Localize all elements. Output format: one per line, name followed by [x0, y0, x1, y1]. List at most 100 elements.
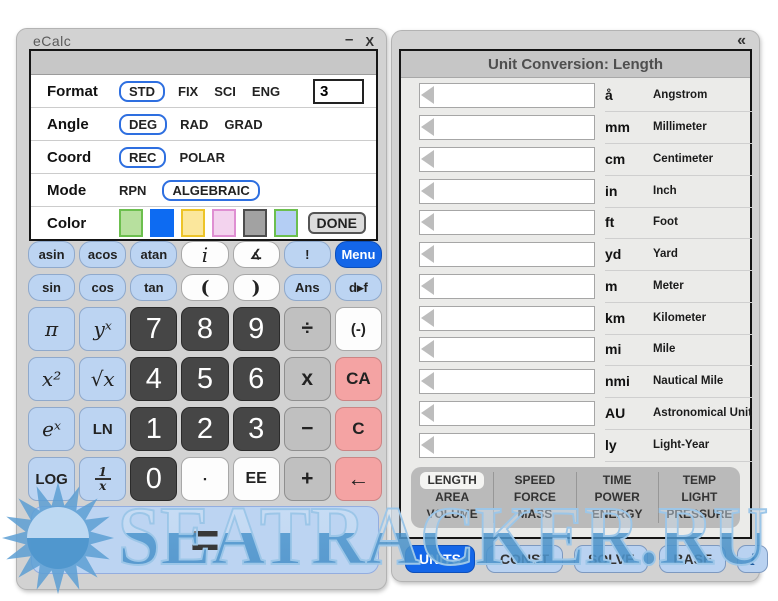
negate-button[interactable]: (-) — [335, 307, 382, 351]
category-speed[interactable]: SPEED — [508, 472, 563, 489]
tab-const[interactable]: CONST — [486, 545, 563, 573]
digit-4-button[interactable]: 4 — [130, 357, 177, 401]
unit-input-ly[interactable] — [419, 433, 595, 458]
ans-button[interactable]: Ans — [284, 274, 331, 301]
y-power-x-button[interactable]: yˣ — [79, 307, 126, 351]
format-option-std[interactable]: STD — [119, 81, 165, 102]
color-swatch-yellow[interactable] — [181, 209, 205, 237]
done-button[interactable]: DONE — [308, 212, 366, 234]
category-light[interactable]: LIGHT — [674, 489, 724, 506]
angle-option-rad[interactable]: RAD — [180, 117, 208, 132]
category-mass[interactable]: MASS — [511, 506, 560, 523]
color-swatch-blue[interactable] — [150, 209, 174, 237]
angle-option-grad[interactable]: GRAD — [224, 117, 262, 132]
unit-input-mm[interactable] — [419, 115, 595, 140]
tab-solve[interactable]: SOLVE — [574, 545, 648, 573]
close-paren-button[interactable]: ) — [233, 274, 280, 301]
unit-input-km[interactable] — [419, 306, 595, 331]
imaginary-i-button[interactable]: i — [181, 241, 228, 268]
angle-label: Angle — [47, 116, 119, 133]
square-button[interactable]: x² — [28, 357, 75, 401]
square-root-button[interactable]: √x — [79, 357, 126, 401]
calculator-keypad: asinacosatani∡!Menu sincostan()Ansd▸f πyˣ7… — [28, 241, 382, 501]
coord-option-rec[interactable]: REC — [119, 147, 166, 168]
digit-5-button[interactable]: 5 — [181, 357, 228, 401]
collapse-panel-icon[interactable]: « — [737, 32, 744, 50]
unit-name: Foot — [653, 216, 753, 228]
format-option-eng[interactable]: ENG — [252, 84, 280, 99]
category-temp[interactable]: TEMP — [676, 472, 723, 489]
category-volume[interactable]: VOLUME — [419, 506, 484, 523]
acos-button[interactable]: acos — [79, 241, 126, 268]
subtract-button[interactable]: − — [284, 407, 331, 451]
cos-button[interactable]: cos — [79, 274, 126, 301]
category-power[interactable]: POWER — [587, 489, 646, 506]
color-swatch-lightblue[interactable] — [274, 209, 298, 237]
ecalc-window: eCalc – X FormatSTDFIXSCIENGAngleDEGRADG… — [16, 28, 387, 590]
category-area[interactable]: AREA — [428, 489, 476, 506]
equals-button[interactable]: = — [31, 506, 379, 574]
unit-name: Inch — [653, 185, 753, 197]
menu-button[interactable]: Menu — [335, 241, 382, 268]
settings-row-coord: CoordRECPOLAR — [31, 140, 376, 173]
add-button[interactable]: + — [284, 457, 331, 501]
tab-base[interactable]: BASE — [659, 545, 726, 573]
tab-units[interactable]: UNITS — [405, 545, 475, 573]
format-option-sci[interactable]: SCI — [214, 84, 236, 99]
digit-3-button[interactable]: 3 — [233, 407, 280, 451]
color-swatch-pink[interactable] — [212, 209, 236, 237]
category-length[interactable]: LENGTH — [420, 472, 483, 489]
atan-button[interactable]: atan — [130, 241, 177, 268]
decimal-point-button[interactable]: ▪ — [181, 457, 228, 501]
pi-button[interactable]: π — [28, 307, 75, 351]
category-energy[interactable]: ENERGY — [585, 506, 650, 523]
unit-input-m[interactable] — [419, 274, 595, 299]
unit-input-in[interactable] — [419, 179, 595, 204]
digit-1-button[interactable]: 1 — [130, 407, 177, 451]
unit-input-nmi[interactable] — [419, 369, 595, 394]
open-paren-button[interactable]: ( — [181, 274, 228, 301]
dec-to-frac-button[interactable]: d▸f — [335, 274, 382, 301]
digit-8-button[interactable]: 8 — [181, 307, 228, 351]
digit-7-button[interactable]: 7 — [130, 307, 177, 351]
digit-0-button[interactable]: 0 — [130, 457, 177, 501]
angle-option-deg[interactable]: DEG — [119, 114, 167, 135]
unit-input-ft[interactable] — [419, 210, 595, 235]
digit-9-button[interactable]: 9 — [233, 307, 280, 351]
unit-input-yd[interactable] — [419, 242, 595, 267]
format-option-fix[interactable]: FIX — [178, 84, 198, 99]
e-power-x-button[interactable]: eˣ — [28, 407, 75, 451]
divide-button[interactable]: ÷ — [284, 307, 331, 351]
angle-button[interactable]: ∡ — [233, 241, 280, 268]
sin-button[interactable]: sin — [28, 274, 75, 301]
category-time[interactable]: TIME — [596, 472, 639, 489]
tan-button[interactable]: tan — [130, 274, 177, 301]
unit-input-å[interactable] — [419, 83, 595, 108]
format-digits-input[interactable] — [313, 79, 364, 104]
close-icon[interactable]: X — [365, 34, 374, 49]
mode-option-rpn[interactable]: RPN — [119, 183, 146, 198]
reciprocal-button[interactable]: 1x — [79, 457, 126, 501]
backspace-button[interactable]: ← — [335, 457, 382, 501]
clear-button[interactable]: C — [335, 407, 382, 451]
coord-option-polar[interactable]: POLAR — [179, 150, 225, 165]
unit-input-AU[interactable] — [419, 401, 595, 426]
minimize-icon[interactable]: – — [345, 31, 353, 48]
unit-input-mi[interactable] — [419, 337, 595, 362]
info-tab[interactable]: i — [737, 545, 768, 573]
log-button[interactable]: LOG — [28, 457, 75, 501]
factorial-button[interactable]: ! — [284, 241, 331, 268]
mode-option-algebraic[interactable]: ALGEBRAIC — [162, 180, 259, 201]
ee-button[interactable]: EE — [233, 457, 280, 501]
digit-2-button[interactable]: 2 — [181, 407, 228, 451]
category-force[interactable]: FORCE — [507, 489, 563, 506]
digit-6-button[interactable]: 6 — [233, 357, 280, 401]
color-swatch-green[interactable] — [119, 209, 143, 237]
category-pressure[interactable]: PRESSURE — [659, 506, 739, 523]
multiply-button[interactable]: x — [284, 357, 331, 401]
clear-all-button[interactable]: CA — [335, 357, 382, 401]
asin-button[interactable]: asin — [28, 241, 75, 268]
unit-input-cm[interactable] — [419, 147, 595, 172]
color-swatch-gray[interactable] — [243, 209, 267, 237]
ln-button[interactable]: LN — [79, 407, 126, 451]
